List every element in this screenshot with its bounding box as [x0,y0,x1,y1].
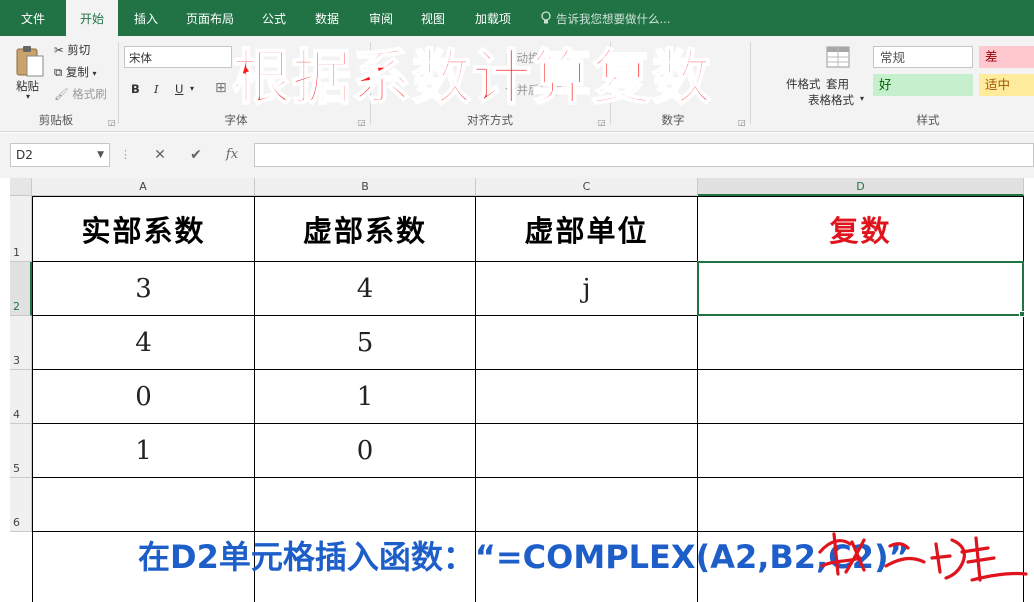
header-cell-unit[interactable]: 虚部单位 [476,197,698,262]
table-format-label-2[interactable]: 表格格式 [808,92,854,108]
tab-page-layout[interactable]: 页面布局 [176,0,244,36]
italic-button[interactable]: I [154,82,159,96]
chevron-down-icon: ▼ [97,150,104,160]
cell-b4[interactable]: 1 [255,370,476,424]
tab-review[interactable]: 审阅 [358,0,404,36]
ribbon-tab-bar: 文件 开始 插入 页面布局 公式 数据 审阅 视图 加载项 告诉我您想要做什么.… [0,0,1034,38]
tab-formulas[interactable]: 公式 [252,0,296,36]
copy-button[interactable]: ⧉ 复制 ▾ [54,64,97,80]
format-painter-button[interactable]: 🖌 格式刷 [54,86,107,102]
cell-b5[interactable]: 0 [255,424,476,478]
row-header-3[interactable]: 3 [10,316,32,370]
tab-home[interactable]: 开始 [66,0,118,38]
tab-data[interactable]: 数据 [304,0,350,36]
cancel-icon[interactable]: ✕ [148,143,172,167]
table-format-icon[interactable] [826,44,852,70]
select-all-corner[interactable] [10,178,32,196]
conditional-format-button[interactable]: 件格式 [786,76,821,92]
column-header-d[interactable]: D [698,178,1024,196]
overlay-title: 根据系数计算复数 [231,42,713,113]
font-launcher-icon[interactable]: ◲ [358,118,366,127]
tab-insert[interactable]: 插入 [124,0,168,36]
border-icon[interactable]: ⊞ [215,80,227,96]
more-dots-icon: ⋮ [120,148,131,161]
row-header-5[interactable]: 5 [10,424,32,478]
cell-a2[interactable]: 3 [33,262,255,316]
tell-me-text: 告诉我您想要做什么... [556,12,671,26]
column-header-a[interactable]: A [32,178,255,196]
fill-handle[interactable] [1019,311,1025,317]
tell-me-box[interactable]: 告诉我您想要做什么... [540,0,670,36]
header-cell-real[interactable]: 实部系数 [33,197,255,262]
column-header-c[interactable]: C [476,178,698,196]
cell-c4[interactable] [476,370,698,424]
row-header-6[interactable]: 6 [10,478,32,532]
header-cell-imaginary[interactable]: 虚部系数 [255,197,476,262]
cell-c5[interactable] [476,424,698,478]
alignment-launcher-icon[interactable]: ◲ [598,118,606,127]
cell-d3[interactable] [698,316,1024,370]
tab-addins[interactable]: 加载项 [464,0,522,36]
group-label-styles: 样式 [916,113,940,127]
signature-watermark [812,522,1032,592]
cell-c6[interactable] [476,478,698,532]
clipboard-launcher-icon[interactable]: ◲ [108,118,116,127]
cut-button[interactable]: ✂ 剪切 [54,42,90,58]
column-header-b[interactable]: B [255,178,476,196]
instruction-caption: 在D2单元格插入函数：“=COMPLEX(A2,B2,C2)” [138,538,910,576]
font-name-select[interactable]: 宋体 [124,46,232,68]
excel-window: 文件 开始 插入 页面布局 公式 数据 审阅 视图 加载项 告诉我您想要做什么.… [0,0,1034,602]
formula-bar: D2 ▼ ⋮ ✕ ✔ fx [0,133,1034,178]
cell-d2[interactable] [698,262,1024,316]
row-header-4[interactable]: 4 [10,370,32,424]
name-box[interactable]: D2 ▼ [10,143,110,167]
paste-icon[interactable] [14,44,46,78]
copy-icon: ⧉ [54,65,63,79]
cell-b2[interactable]: 4 [255,262,476,316]
cell-c2[interactable]: j [476,262,698,316]
tab-view[interactable]: 视图 [410,0,456,36]
row-header-1[interactable]: 1 [10,196,32,262]
style-normal[interactable]: 常规 [873,46,973,68]
cell-a6[interactable] [33,478,255,532]
group-label-clipboard: 剪贴板 [38,113,74,127]
table-format-label-1[interactable]: 套用 [826,76,849,92]
number-launcher-icon[interactable]: ◲ [738,118,746,127]
row-header-2[interactable]: 2 [10,262,32,316]
cell-d4[interactable] [698,370,1024,424]
underline-button[interactable]: U [175,82,183,96]
cell-b3[interactable]: 5 [255,316,476,370]
lightbulb-icon [541,11,551,24]
style-neutral[interactable]: 适中 [979,74,1034,96]
cell-a3[interactable]: 4 [33,316,255,370]
cell-b6[interactable] [255,478,476,532]
cell-d5[interactable] [698,424,1024,478]
scissors-icon: ✂ [54,43,64,57]
brush-icon: 🖌 [54,87,69,101]
style-good[interactable]: 好 [873,74,973,96]
function-icon[interactable]: fx [220,143,244,167]
cell-c3[interactable] [476,316,698,370]
enter-icon[interactable]: ✔ [184,143,208,167]
cell-a4[interactable]: 0 [33,370,255,424]
header-cell-complex[interactable]: 复数 [698,197,1024,262]
tab-file[interactable]: 文件 [8,0,58,36]
style-bad[interactable]: 差 [979,46,1034,68]
formula-input[interactable] [254,143,1034,167]
bold-button[interactable]: B [131,82,140,96]
cell-a5[interactable]: 1 [33,424,255,478]
